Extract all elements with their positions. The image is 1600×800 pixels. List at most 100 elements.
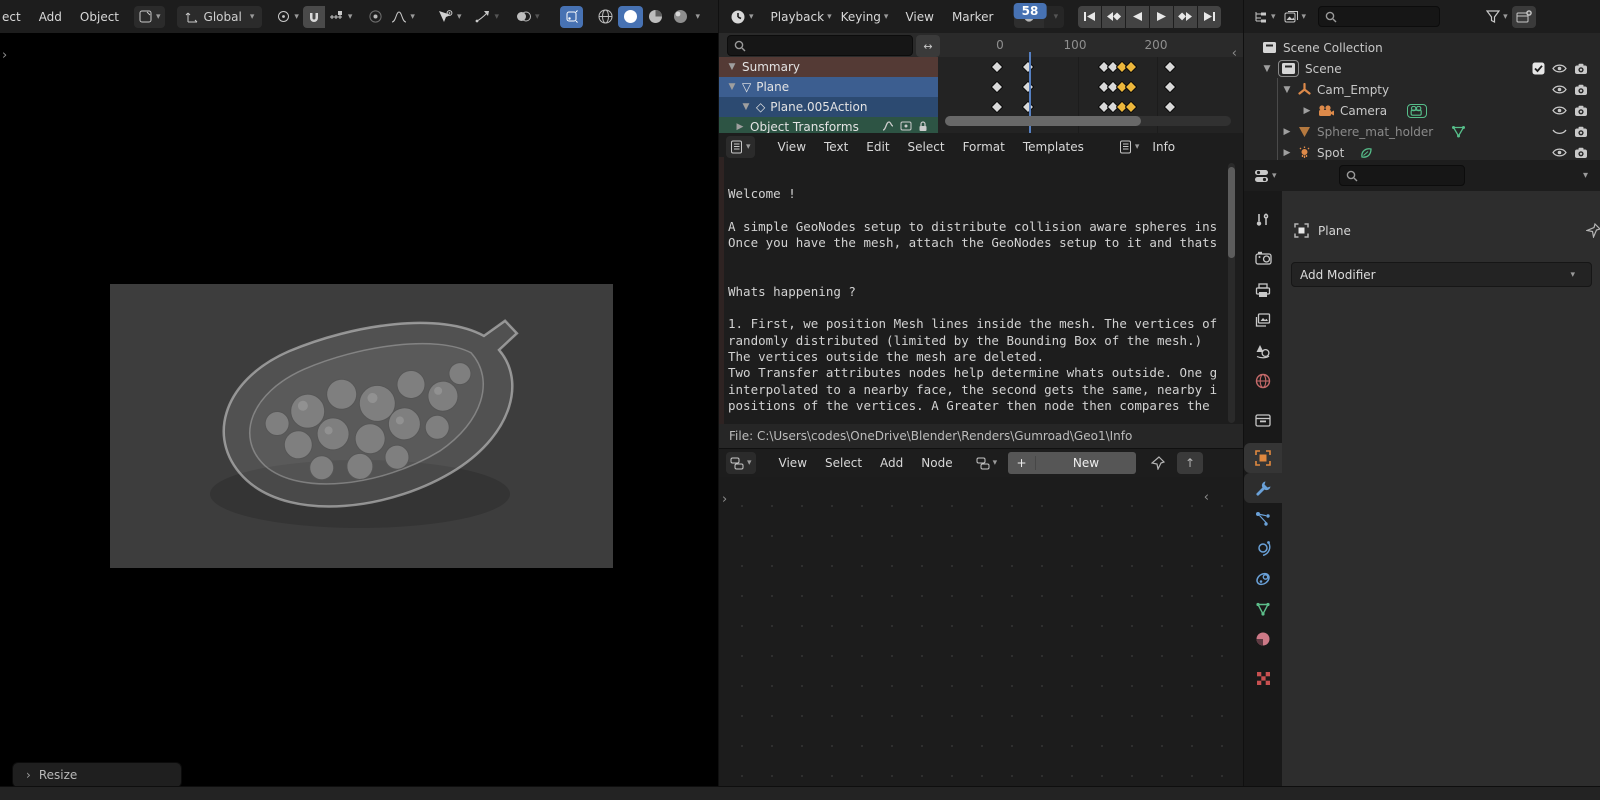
menu-object[interactable]: Object bbox=[71, 10, 128, 24]
mode-dropdown[interactable]: ▾ bbox=[134, 5, 165, 28]
text-datablock-dropdown[interactable]: ▾ bbox=[1115, 136, 1144, 158]
current-frame-badge[interactable]: 58 bbox=[1013, 3, 1047, 19]
tab-world[interactable] bbox=[1244, 366, 1282, 396]
editor-type-dropdown[interactable]: ▾ bbox=[1250, 165, 1281, 187]
tab-material[interactable] bbox=[1244, 624, 1282, 654]
keyframe[interactable] bbox=[990, 100, 1004, 114]
node-editor[interactable]: ▾ View Select Add Node ▾ + New ↑ › ‹ bbox=[719, 449, 1243, 786]
channel-search-input[interactable] bbox=[751, 38, 906, 53]
shading-material-button[interactable] bbox=[643, 6, 668, 28]
light-data-badge[interactable] bbox=[1360, 147, 1373, 159]
channel-plane-005action[interactable]: ▼ ◇ Plane.005Action bbox=[719, 97, 938, 117]
chevron-down-icon[interactable]: ▾ bbox=[1583, 170, 1588, 181]
outliner-row-spot[interactable]: ▶ Spot bbox=[1244, 142, 1600, 160]
collapse-triangle-icon[interactable]: ▶ bbox=[1282, 127, 1292, 137]
scrollbar-thumb[interactable] bbox=[945, 116, 1141, 126]
text-editor[interactable]: ▾ View Text Edit Select Format Templates… bbox=[719, 133, 1243, 448]
transform-orientation-dropdown[interactable]: Global ▾ bbox=[176, 5, 263, 28]
keyframe[interactable] bbox=[1021, 80, 1035, 94]
keyframe[interactable] bbox=[1021, 100, 1035, 114]
node-canvas[interactable] bbox=[719, 477, 1243, 786]
parent-node-tree-button[interactable]: ↑ bbox=[1177, 452, 1203, 474]
menu-node[interactable]: Node bbox=[912, 456, 961, 470]
menu-playback[interactable]: Playback bbox=[762, 10, 834, 24]
menu-view[interactable]: View bbox=[769, 140, 815, 154]
eye-closed-icon[interactable] bbox=[1552, 126, 1567, 137]
overlays-dropdown[interactable]: ▾ bbox=[511, 6, 544, 28]
viewport-3d[interactable]: ect Add Object ▾ Global ▾ ▾ ▾ ▾ ▾ ▾ ▾ ▾ … bbox=[0, 0, 718, 786]
tab-constraints[interactable] bbox=[1244, 564, 1282, 594]
tab-physics[interactable] bbox=[1244, 533, 1282, 563]
snap-toggle[interactable] bbox=[302, 5, 325, 28]
snap-settings-dropdown[interactable]: ▾ bbox=[325, 6, 357, 28]
jump-to-start-button[interactable] bbox=[1078, 5, 1102, 28]
keyframe-area[interactable] bbox=[938, 57, 1243, 119]
channel-expand-icon[interactable]: ▼ bbox=[741, 102, 751, 112]
outliner-search[interactable] bbox=[1318, 6, 1441, 27]
keyframe[interactable] bbox=[1021, 60, 1035, 74]
jump-to-end-button[interactable] bbox=[1198, 5, 1222, 28]
gizmo-toggle[interactable] bbox=[559, 5, 583, 28]
keyframe[interactable] bbox=[1163, 80, 1177, 94]
menu-edit[interactable]: Edit bbox=[857, 140, 898, 154]
menu-templates[interactable]: Templates bbox=[1014, 140, 1093, 154]
eye-open-icon[interactable] bbox=[1552, 84, 1567, 95]
camera-data-badge[interactable] bbox=[1407, 103, 1428, 118]
new-collection-button[interactable] bbox=[1511, 5, 1536, 28]
tab-object-data[interactable] bbox=[1244, 594, 1282, 624]
eye-open-icon[interactable] bbox=[1552, 63, 1567, 74]
open-text-name[interactable]: Info bbox=[1143, 140, 1184, 154]
tab-output[interactable] bbox=[1244, 275, 1282, 305]
tab-collection[interactable] bbox=[1244, 405, 1282, 435]
filter-dropdown[interactable]: ▾ bbox=[1482, 6, 1512, 28]
keyframe[interactable] bbox=[1163, 60, 1177, 74]
expand-triangle-icon[interactable]: ▼ bbox=[1262, 64, 1272, 74]
sidebar-expand-arrow[interactable]: ‹ bbox=[1204, 491, 1209, 504]
dopesheet-timeline[interactable]: ▾ Playback ▾ Keying ▾ View Marker ▾ 0 100… bbox=[719, 0, 1243, 133]
editor-type-dropdown[interactable]: ▾ bbox=[726, 452, 756, 474]
prev-keyframe-button[interactable] bbox=[1102, 5, 1126, 28]
eye-open-icon[interactable] bbox=[1552, 105, 1567, 116]
channel-expand-icon[interactable]: ▶ bbox=[735, 122, 745, 132]
outliner-row-scene-collection[interactable]: Scene Collection bbox=[1244, 37, 1600, 58]
play-button[interactable] bbox=[1150, 5, 1174, 28]
menu-select[interactable]: ect bbox=[0, 10, 30, 24]
keyframe[interactable] bbox=[990, 80, 1004, 94]
tab-modifiers-active[interactable] bbox=[1244, 473, 1282, 503]
channel-object-transforms[interactable]: ▶ Object Transforms bbox=[719, 117, 938, 133]
channel-plane[interactable]: ▼ ▽ Plane bbox=[719, 77, 938, 97]
snap-target-dropdown[interactable]: ▾ bbox=[471, 6, 503, 28]
keyframe[interactable] bbox=[990, 60, 1004, 74]
text-content[interactable]: Welcome ! A simple GeoNodes setup to dis… bbox=[728, 186, 1225, 424]
outliner[interactable]: ▾ ▾ ▾ Scene Collection ▼ Scene ▼ Cam_Emp… bbox=[1244, 0, 1600, 160]
tab-texture[interactable] bbox=[1244, 663, 1282, 693]
menu-keying[interactable]: Keying bbox=[832, 10, 890, 24]
collapse-triangle-icon[interactable]: ▶ bbox=[1282, 148, 1292, 158]
toolbar-expand-arrow[interactable]: › bbox=[722, 493, 727, 506]
next-keyframe-button[interactable] bbox=[1174, 5, 1198, 28]
menu-text[interactable]: Text bbox=[815, 140, 857, 154]
keyframe[interactable] bbox=[1163, 100, 1177, 114]
tab-tool[interactable] bbox=[1244, 205, 1282, 235]
timeline-scrollbar[interactable] bbox=[945, 116, 1231, 126]
breadcrumb-object-name[interactable]: Plane bbox=[1318, 224, 1351, 238]
render-camera-icon[interactable] bbox=[1574, 84, 1588, 96]
pin-toggle[interactable] bbox=[1147, 452, 1169, 474]
selectability-dropdown[interactable]: ▾ bbox=[433, 6, 466, 28]
text-scrollbar-thumb[interactable] bbox=[1228, 167, 1235, 258]
shading-rendered-button[interactable] bbox=[668, 6, 693, 28]
menu-select[interactable]: Select bbox=[816, 456, 871, 470]
mesh-data-badge[interactable] bbox=[1451, 125, 1466, 138]
keyframe-selected[interactable] bbox=[1124, 60, 1138, 74]
proportional-editing-toggle[interactable] bbox=[364, 6, 387, 28]
lock-icon[interactable] bbox=[918, 121, 928, 132]
channel-search[interactable] bbox=[727, 35, 913, 56]
render-camera-icon[interactable] bbox=[1574, 147, 1588, 159]
tab-object[interactable] bbox=[1244, 443, 1282, 473]
collapse-triangle-icon[interactable]: ▶ bbox=[1302, 106, 1312, 116]
region-collapse-arrow[interactable]: ‹ bbox=[1232, 47, 1237, 60]
pivot-point-dropdown[interactable]: ▾ bbox=[272, 6, 303, 28]
menu-marker[interactable]: Marker bbox=[943, 10, 1002, 24]
editor-type-dropdown[interactable]: ▾ bbox=[1249, 6, 1280, 28]
render-camera-icon[interactable] bbox=[1574, 63, 1588, 75]
